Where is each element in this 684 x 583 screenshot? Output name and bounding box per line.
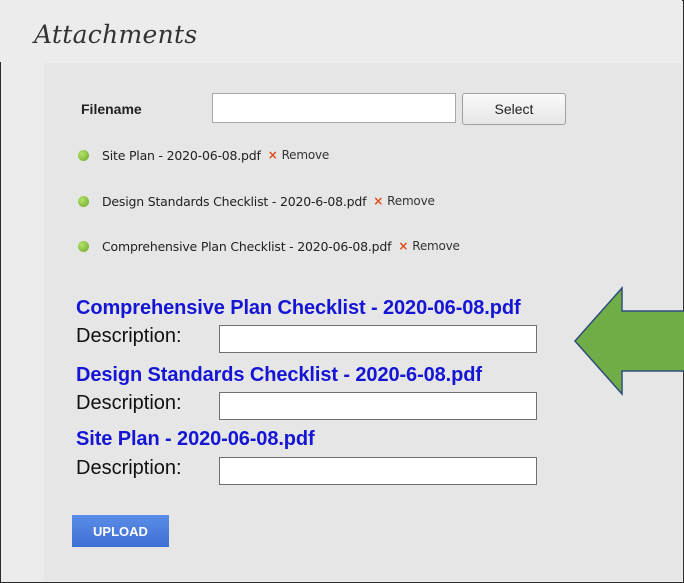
arrow-left-icon: [573, 286, 684, 396]
